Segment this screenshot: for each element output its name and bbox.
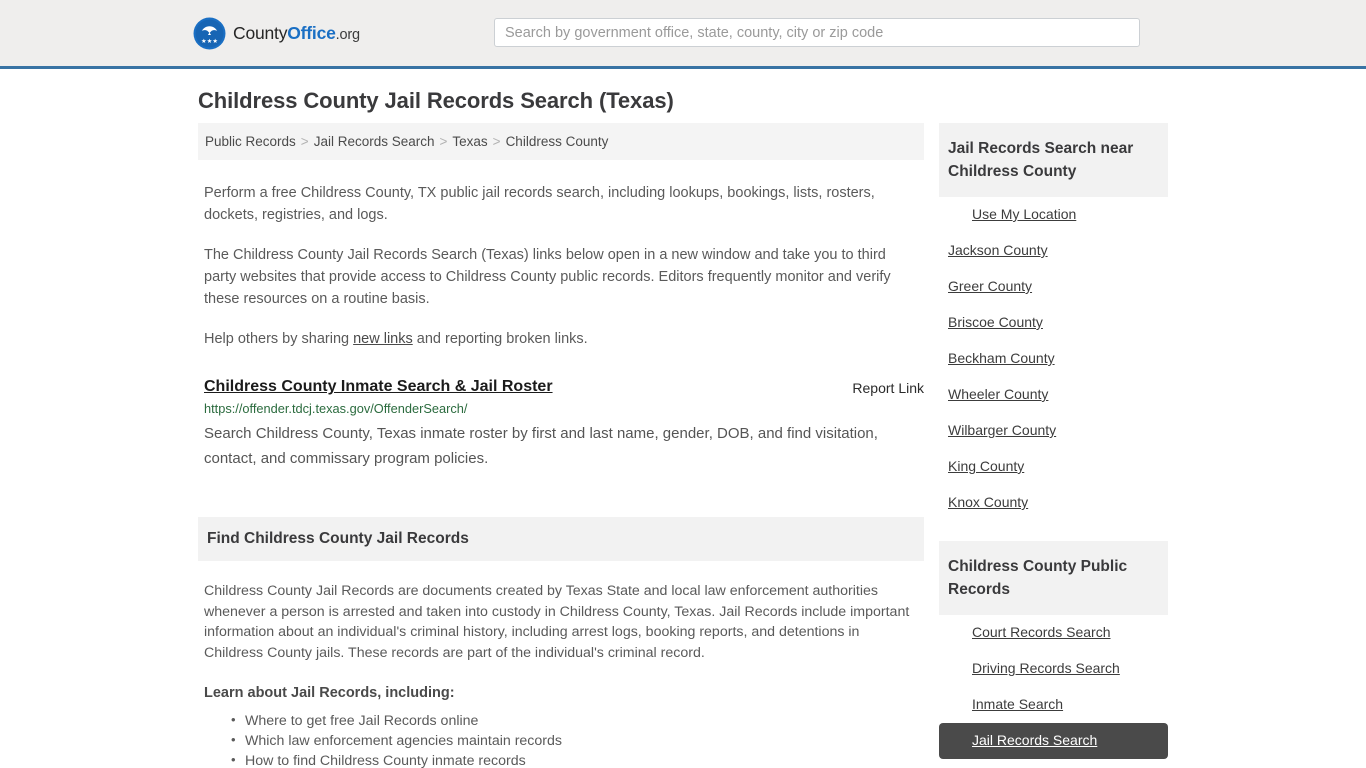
search-input[interactable]	[494, 18, 1140, 47]
list-item: Jail Records Search	[939, 723, 1168, 759]
list-item: Driving Records Search	[939, 651, 1168, 687]
breadcrumb-item-public-records[interactable]: Public Records	[205, 134, 296, 149]
sidebar-item-briscoe-county[interactable]: Briscoe County	[939, 305, 1168, 341]
search-container	[494, 18, 1140, 47]
result-description: Search Childress County, Texas inmate ro…	[204, 425, 878, 467]
list-item: King County	[939, 449, 1168, 485]
report-link-button[interactable]: Report Link	[852, 380, 924, 396]
eagle-seal-icon	[193, 17, 226, 49]
intro-paragraph-3: Help others by sharing new links and rep…	[198, 328, 924, 350]
intro-paragraph-2: The Childress County Jail Records Search…	[204, 247, 891, 307]
breadcrumb-separator: >	[300, 134, 309, 149]
list-item: Inmate Search	[939, 687, 1168, 723]
section-bullet-list: Where to get free Jail Records online Wh…	[198, 710, 924, 768]
list-item: Greer County	[939, 269, 1168, 305]
sidebar-item-knox-county[interactable]: Knox County	[939, 485, 1168, 521]
site-logo-link[interactable]: CountyOffice.org	[193, 17, 360, 50]
intro-section: Perform a free Childress County, TX publ…	[198, 182, 924, 350]
list-item: Wheeler County	[939, 377, 1168, 413]
intro-text-after-link: and reporting broken links.	[412, 331, 588, 347]
section-paragraph: Childress County Jail Records are docume…	[204, 583, 910, 661]
result-title-link[interactable]: Childress County Inmate Search & Jail Ro…	[204, 378, 553, 396]
list-item: Knox County	[939, 485, 1168, 521]
breadcrumb-item-texas[interactable]: Texas	[452, 134, 487, 149]
sidebar: Jail Records Search near Childress Count…	[939, 123, 1168, 768]
site-logo-text: CountyOffice.org	[233, 23, 360, 44]
sidebar-item-king-county[interactable]: King County	[939, 449, 1168, 485]
sidebar-item-jackson-county[interactable]: Jackson County	[939, 233, 1168, 269]
list-item: Wilbarger County	[939, 413, 1168, 449]
breadcrumb-separator: >	[492, 134, 501, 149]
main-content: Public Records > Jail Records Search > Texas…	[198, 123, 924, 768]
logo-text-county: County	[233, 22, 288, 43]
list-item: Jackson County	[939, 233, 1168, 269]
page-title: Childress County Jail Records Search (Te…	[198, 88, 674, 113]
breadcrumb-separator: >	[439, 134, 448, 149]
sidebar-item-court-records-search[interactable]: Court Records Search	[939, 615, 1168, 651]
sidebar-item-wilbarger-county[interactable]: Wilbarger County	[939, 413, 1168, 449]
list-item: Which law enforcement agencies maintain …	[231, 730, 924, 751]
logo-text-office: Office	[287, 22, 336, 43]
sidebar-heading-public-records: Childress County Public Records	[939, 541, 1168, 615]
site-header: CountyOffice.org	[0, 0, 1366, 69]
breadcrumb-item-childress-county: Childress County	[505, 134, 609, 149]
sidebar-item-wheeler-county[interactable]: Wheeler County	[939, 377, 1168, 413]
sidebar-nearby-list: Use My Location Jackson County Greer Cou…	[939, 197, 1168, 521]
list-item: Briscoe County	[939, 305, 1168, 341]
result-entry: Childress County Inmate Search & Jail Ro…	[198, 378, 924, 471]
list-item: Where to get free Jail Records online	[231, 710, 924, 731]
result-url: https://offender.tdcj.texas.gov/Offender…	[204, 401, 468, 416]
list-item: Use My Location	[939, 197, 1168, 233]
logo-text-org: .org	[335, 26, 360, 43]
section-body: Childress County Jail Records are docume…	[198, 581, 924, 768]
breadcrumb-item-jail-records-search[interactable]: Jail Records Search	[314, 134, 435, 149]
sidebar-item-use-my-location[interactable]: Use My Location	[939, 197, 1168, 233]
sidebar-item-inmate-search[interactable]: Inmate Search	[939, 687, 1168, 723]
intro-paragraph-1: Perform a free Childress County, TX publ…	[204, 185, 875, 223]
section-lead-in: Learn about Jail Records, including:	[204, 685, 455, 701]
intro-text-before-link: Help others by sharing	[204, 331, 354, 347]
sidebar-item-police-records-search[interactable]: Police Records Search	[939, 759, 1168, 768]
section-heading: Find Childress County Jail Records	[198, 517, 924, 561]
sidebar-heading-nearby: Jail Records Search near Childress Count…	[939, 123, 1168, 197]
list-item: Police Records Search	[939, 759, 1168, 768]
sidebar-item-greer-county[interactable]: Greer County	[939, 269, 1168, 305]
list-item: How to find Childress County inmate reco…	[231, 750, 924, 768]
new-links-link[interactable]: new links	[353, 331, 413, 347]
list-item: Court Records Search	[939, 615, 1168, 651]
list-item: Beckham County	[939, 341, 1168, 377]
sidebar-item-beckham-county[interactable]: Beckham County	[939, 341, 1168, 377]
breadcrumb: Public Records > Jail Records Search > Texas…	[198, 123, 924, 160]
sidebar-public-records-list: Court Records Search Driving Records Sea…	[939, 615, 1168, 768]
sidebar-item-jail-records-search[interactable]: Jail Records Search	[939, 723, 1168, 759]
sidebar-item-driving-records-search[interactable]: Driving Records Search	[939, 651, 1168, 687]
